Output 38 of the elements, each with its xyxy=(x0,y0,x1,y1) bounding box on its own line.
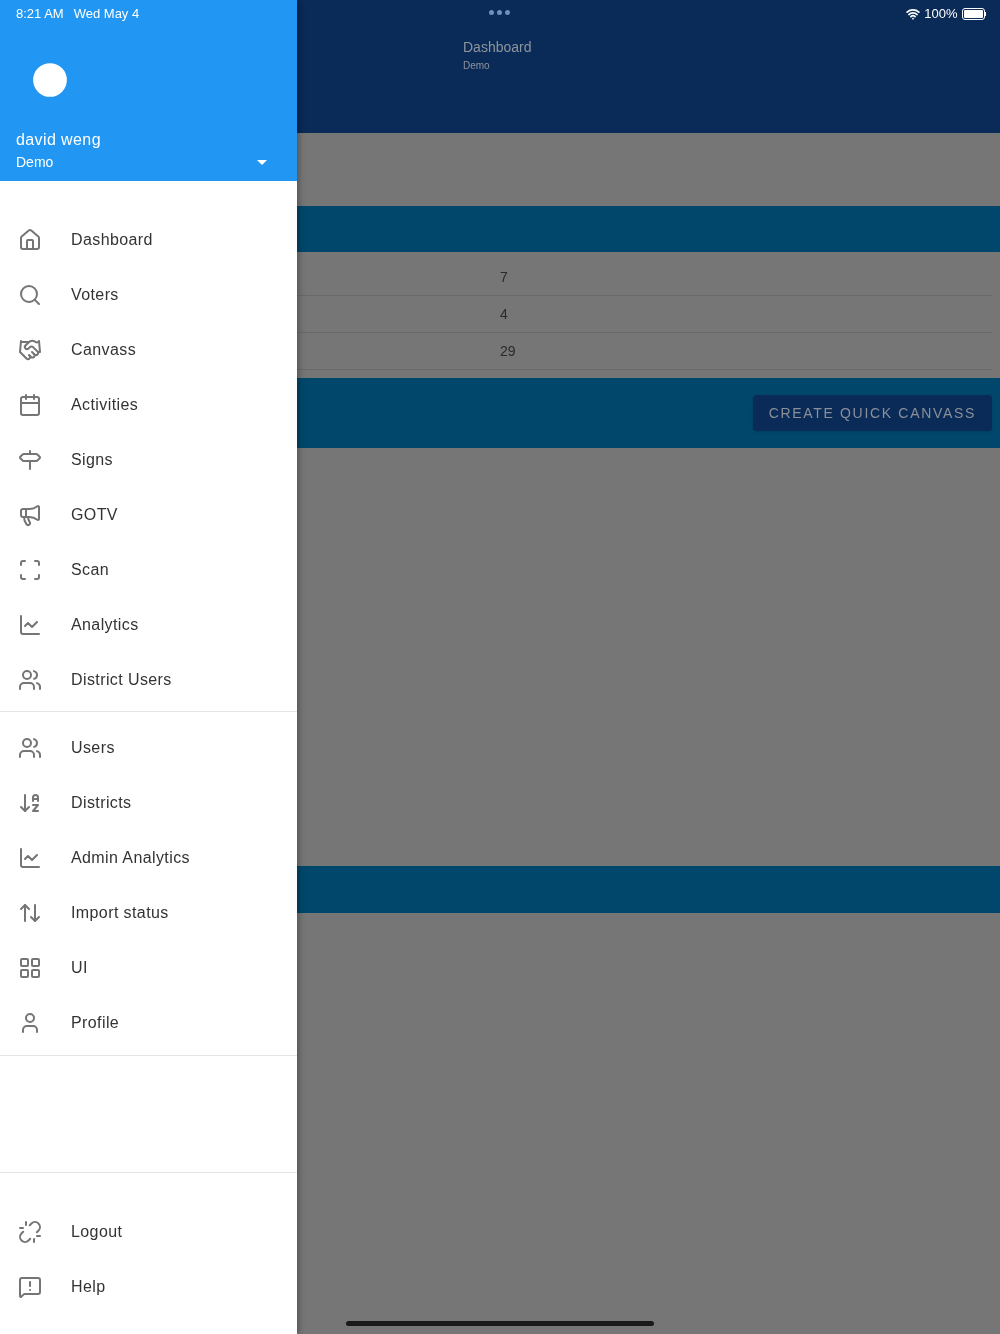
nav-item[interactable]: Help xyxy=(0,1259,297,1314)
signpost-icon xyxy=(16,447,44,472)
battery-icon xyxy=(961,7,986,20)
message-alert-icon xyxy=(16,1274,44,1299)
user-name: david weng xyxy=(16,129,102,150)
nav-item[interactable]: District Users xyxy=(0,652,297,707)
broken-link-icon xyxy=(16,1219,44,1244)
handshake-icon xyxy=(16,337,44,362)
nav-item[interactable]: Activities xyxy=(0,377,297,432)
nav-item[interactable]: Scan xyxy=(0,542,297,597)
app-bar-title: Dashboard xyxy=(463,38,533,57)
status-date: Wed May 4 xyxy=(73,5,140,23)
account-dropdown-caret[interactable] xyxy=(257,159,267,165)
table-cell-text: 29 xyxy=(500,341,516,361)
table-cell-text: 4 xyxy=(500,304,508,324)
nav-item[interactable]: Canvass xyxy=(0,322,297,377)
nav-item[interactable]: Logout xyxy=(0,1204,297,1259)
users-icon xyxy=(16,667,44,692)
nav-item[interactable]: Voters xyxy=(0,267,297,322)
nav-item[interactable]: Import status xyxy=(0,885,297,940)
users-icon xyxy=(16,735,44,760)
nav-item[interactable]: Profile xyxy=(0,995,297,1050)
multitasking-dots-icon xyxy=(489,10,510,15)
nav-item[interactable]: Dashboard xyxy=(0,212,297,267)
wifi-icon xyxy=(906,6,921,21)
status-time: 8:21 AM xyxy=(16,5,64,23)
battery-percentage: 100% xyxy=(924,5,958,23)
nav-item[interactable]: GOTV xyxy=(0,487,297,542)
table-cell-text: 7 xyxy=(500,267,508,287)
nav-item[interactable]: Analytics xyxy=(0,597,297,652)
nav-item[interactable]: Signs xyxy=(0,432,297,487)
nav-item[interactable]: Admin Analytics xyxy=(0,830,297,885)
nav-item[interactable]: Districts xyxy=(0,775,297,830)
app-bar-subtitle: Demo xyxy=(463,59,491,73)
create-quick-canvass-button[interactable]: CREATE QUICK CANVASS xyxy=(752,395,992,431)
account-name: Demo xyxy=(16,152,54,172)
nav-item[interactable]: Users xyxy=(0,720,297,775)
nav-item[interactable]: UI xyxy=(0,940,297,995)
